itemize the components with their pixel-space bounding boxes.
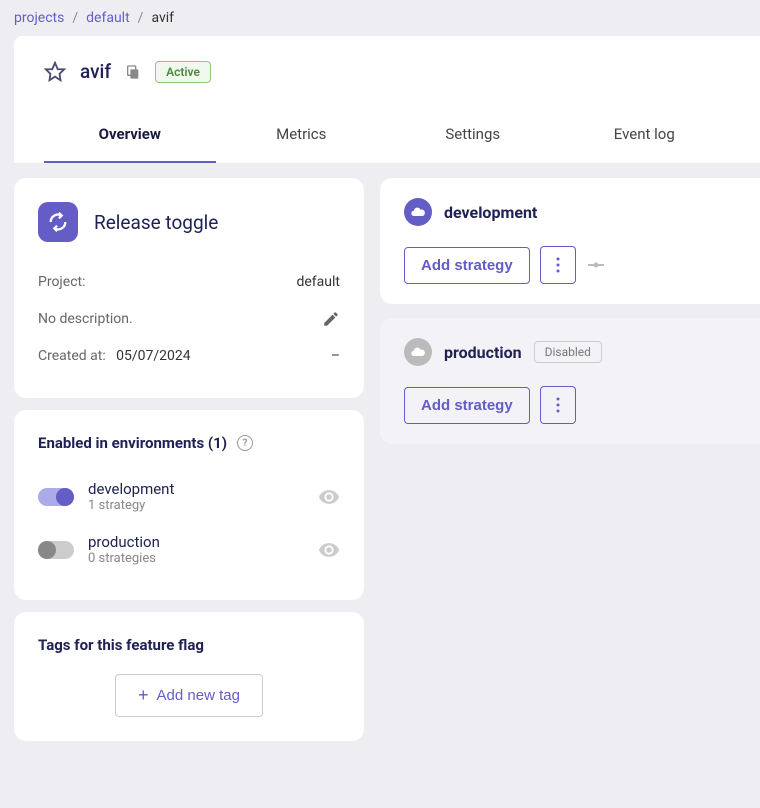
- add-tag-label: Add new tag: [157, 687, 240, 704]
- created-label: Created at:: [38, 348, 106, 364]
- add-strategy-button[interactable]: Add strategy: [404, 247, 530, 284]
- env-card-header: development: [404, 198, 736, 226]
- env-card-development: development Add strategy: [380, 178, 760, 304]
- description-row: No description.: [38, 300, 340, 338]
- env-sub: 0 strategies: [88, 551, 304, 566]
- more-button[interactable]: [540, 246, 576, 284]
- eye-icon[interactable]: [318, 486, 340, 508]
- help-icon[interactable]: ?: [237, 435, 253, 451]
- created-at: Created at: 05/07/2024: [38, 348, 191, 364]
- tab-settings[interactable]: Settings: [387, 107, 559, 163]
- tab-overview[interactable]: Overview: [44, 107, 216, 163]
- env-name: production: [88, 533, 304, 551]
- main-content: Release toggle Project: default No descr…: [0, 163, 760, 756]
- more-button[interactable]: [540, 386, 576, 424]
- eye-icon[interactable]: [318, 539, 340, 561]
- right-column: development Add strategy: [380, 178, 760, 444]
- feature-title: avif: [80, 60, 111, 83]
- env-name: development: [88, 480, 304, 498]
- toggle-production[interactable]: [38, 541, 74, 559]
- env-sub: 1 strategy: [88, 498, 304, 513]
- star-icon[interactable]: [44, 61, 66, 83]
- disabled-badge: Disabled: [534, 341, 602, 363]
- created-value: 05/07/2024: [116, 348, 191, 364]
- breadcrumb-projects[interactable]: projects: [14, 10, 64, 26]
- tab-eventlog[interactable]: Event log: [559, 107, 731, 163]
- environments-title: Enabled in environments (1) ?: [38, 434, 340, 452]
- cloud-icon: [404, 198, 432, 226]
- release-header: Release toggle: [38, 202, 340, 242]
- dots-vertical-icon: [556, 397, 560, 413]
- env-card-header: production Disabled: [404, 338, 736, 366]
- header-card: avif Active Overview Metrics Settings Ev…: [14, 36, 760, 163]
- edit-icon[interactable]: [322, 310, 340, 328]
- project-row: Project: default: [38, 264, 340, 300]
- description-text: No description.: [38, 311, 133, 327]
- tab-metrics[interactable]: Metrics: [216, 107, 388, 163]
- env-card-production: production Disabled Add strategy: [380, 318, 760, 444]
- tags-card: Tags for this feature flag + Add new tag: [14, 612, 364, 741]
- toggle-development[interactable]: [38, 488, 74, 506]
- env-actions: Add strategy: [404, 386, 736, 424]
- project-label: Project:: [38, 274, 86, 290]
- env-row-production: production 0 strategies: [38, 523, 340, 576]
- drag-handle-icon[interactable]: [586, 259, 606, 271]
- env-row-development: development 1 strategy: [38, 470, 340, 523]
- tabs: Overview Metrics Settings Event log: [14, 107, 760, 163]
- environments-card: Enabled in environments (1) ? developmen…: [14, 410, 364, 600]
- breadcrumb: projects / default / avif: [0, 0, 760, 36]
- release-toggle-icon: [38, 202, 78, 242]
- archive-value: –: [331, 348, 340, 364]
- project-value: default: [296, 274, 340, 290]
- plus-icon: +: [138, 685, 149, 706]
- env-info: development 1 strategy: [88, 480, 304, 513]
- copy-icon[interactable]: [125, 64, 141, 80]
- status-badge: Active: [155, 61, 211, 83]
- breadcrumb-current: avif: [151, 10, 174, 26]
- env-card-name: production: [444, 343, 522, 362]
- created-row: Created at: 05/07/2024 –: [38, 338, 340, 374]
- release-card: Release toggle Project: default No descr…: [14, 178, 364, 398]
- tags-title: Tags for this feature flag: [38, 636, 340, 654]
- breadcrumb-default[interactable]: default: [86, 10, 130, 26]
- dots-vertical-icon: [556, 257, 560, 273]
- breadcrumb-separator: /: [138, 10, 144, 26]
- env-actions: Add strategy: [404, 246, 736, 284]
- cloud-icon: [404, 338, 432, 366]
- environments-title-text: Enabled in environments (1): [38, 434, 227, 452]
- breadcrumb-separator: /: [72, 10, 78, 26]
- env-card-name: development: [444, 203, 537, 222]
- title-row: avif Active: [14, 36, 760, 107]
- add-strategy-button[interactable]: Add strategy: [404, 387, 530, 424]
- env-info: production 0 strategies: [88, 533, 304, 566]
- left-column: Release toggle Project: default No descr…: [14, 178, 364, 741]
- release-title: Release toggle: [94, 211, 218, 234]
- add-tag-button[interactable]: + Add new tag: [115, 674, 263, 717]
